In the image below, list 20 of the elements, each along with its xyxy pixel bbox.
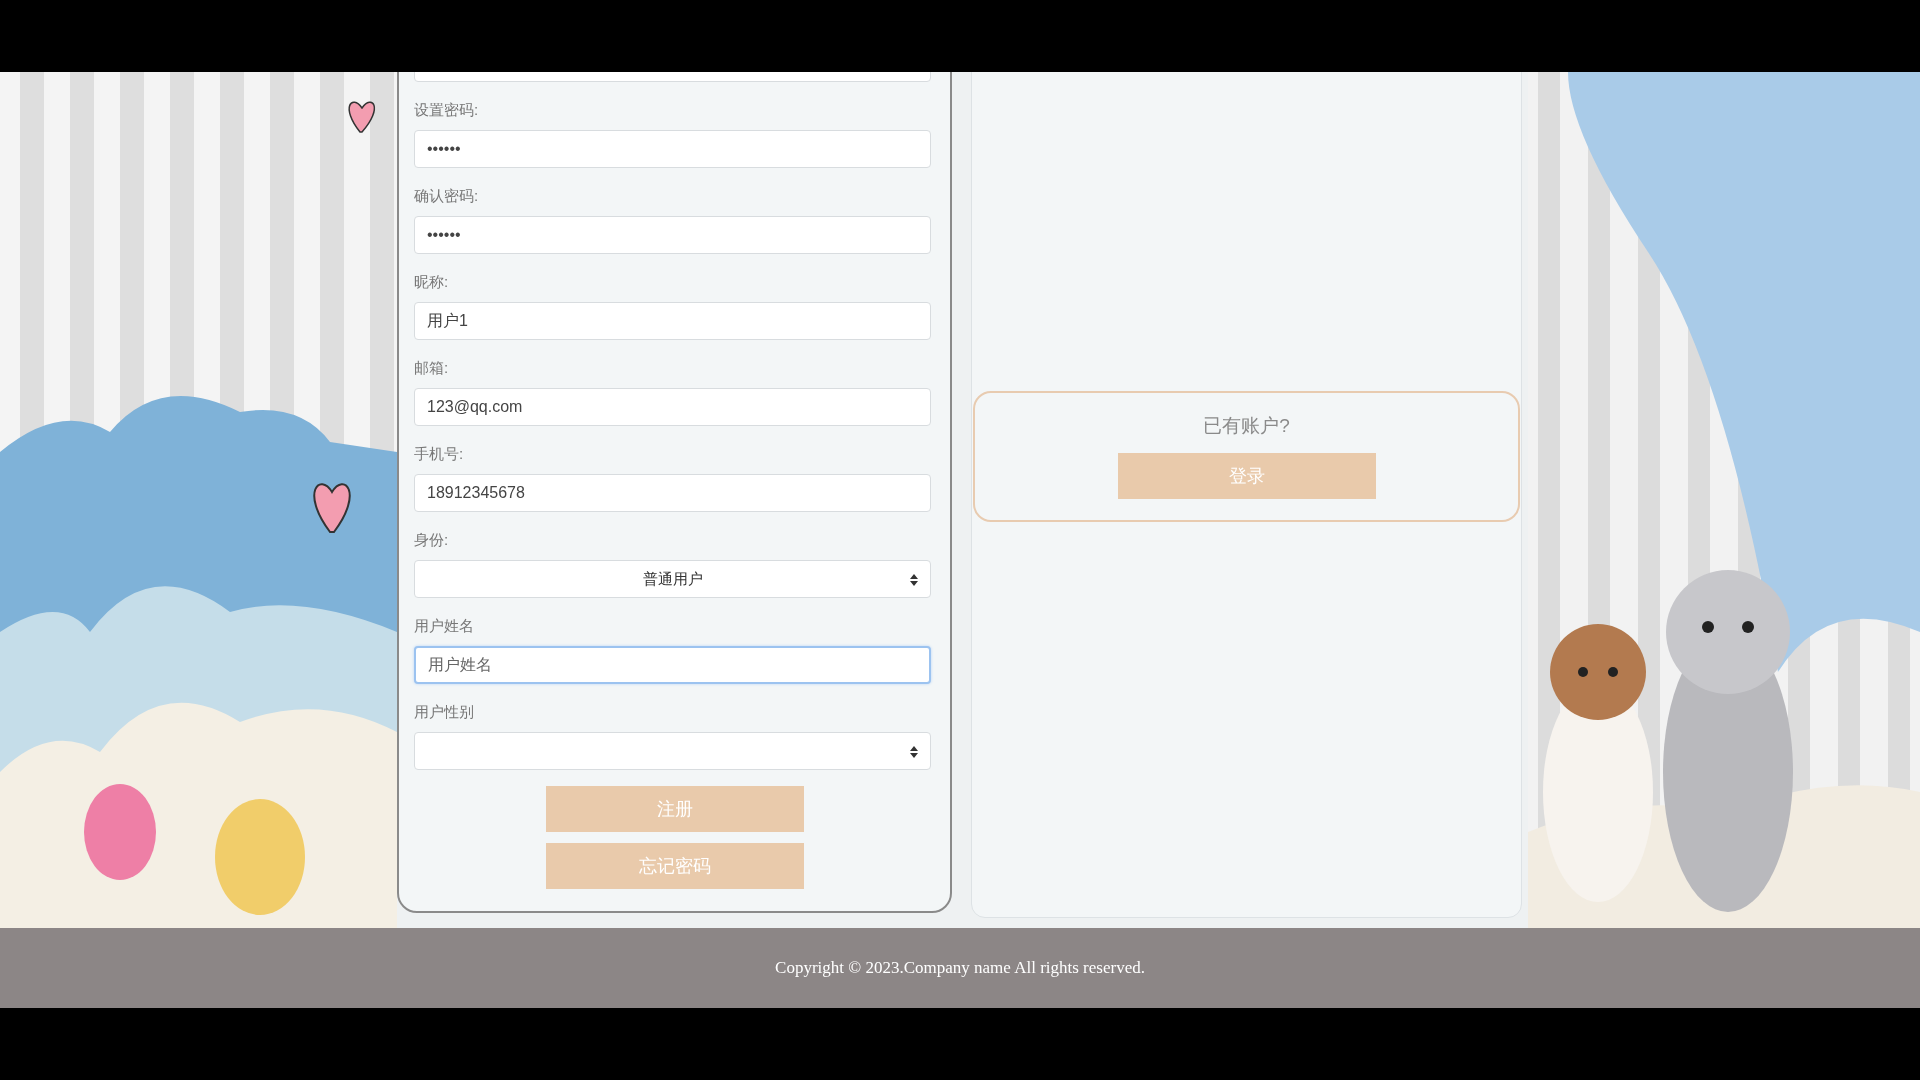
field-label: 昵称:: [414, 272, 450, 292]
field-label: 用户性别: [414, 702, 475, 722]
input-field[interactable]: 用户1: [414, 302, 931, 340]
copyright-text: Copyright © 2023.Company name All rights reserved.: [775, 958, 1145, 978]
input-field[interactable]: 18912345678: [414, 474, 931, 512]
select-dropdown[interactable]: 普通用户: [414, 560, 931, 598]
input-field[interactable]: ••••••: [414, 216, 931, 254]
field-label: 用户姓名: [414, 616, 475, 636]
select-dropdown[interactable]: [414, 732, 931, 770]
login-prompt: 已有账户?: [1203, 414, 1290, 438]
field-label: 身份:: [414, 530, 450, 550]
caret-icon: [910, 746, 918, 758]
field-label: 设置密码:: [414, 100, 480, 120]
field-label: 手机号:: [414, 444, 465, 464]
input-field[interactable]: 123@qq.com: [414, 388, 931, 426]
field-label: 邮箱:: [414, 358, 450, 378]
caret-icon: [910, 574, 918, 586]
field-label: 确认密码:: [414, 186, 480, 206]
input-field[interactable]: 用户姓名: [414, 646, 931, 684]
input-field[interactable]: ••••••: [414, 130, 931, 168]
